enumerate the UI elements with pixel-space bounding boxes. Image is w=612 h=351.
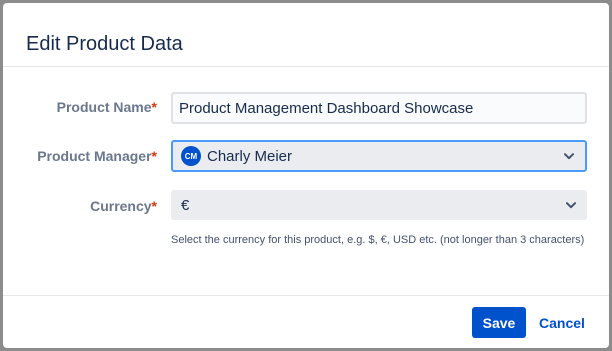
required-marker: *	[151, 198, 157, 214]
edit-product-dialog: Edit Product Data Product Name* Product …	[3, 3, 609, 348]
cancel-button[interactable]: Cancel	[533, 307, 597, 338]
dialog-header: Edit Product Data	[3, 3, 609, 67]
currency-value: €	[181, 196, 190, 214]
currency-label: Currency*	[90, 197, 157, 215]
currency-helper-text: Select the currency for this product, e.…	[171, 234, 585, 246]
product-manager-value: Charly Meier	[207, 147, 293, 165]
currency-label-text: Currency	[90, 198, 152, 214]
product-name-label: Product Name*	[57, 98, 157, 116]
currency-select[interactable]: €	[171, 190, 587, 220]
product-name-label-text: Product Name	[56, 99, 152, 115]
required-marker: *	[151, 99, 157, 115]
product-manager-label-text: Product Manager	[37, 148, 152, 164]
chevron-down-icon[interactable]	[563, 197, 579, 213]
avatar: CM	[181, 146, 201, 166]
dialog-title: Edit Product Data	[26, 33, 183, 55]
product-manager-select[interactable]: CM Charly Meier	[171, 140, 587, 172]
required-marker: *	[151, 148, 157, 164]
chevron-down-icon[interactable]	[561, 148, 577, 164]
product-name-input[interactable]	[171, 92, 587, 124]
product-manager-label: Product Manager*	[37, 147, 157, 165]
save-button[interactable]: Save	[472, 307, 526, 338]
